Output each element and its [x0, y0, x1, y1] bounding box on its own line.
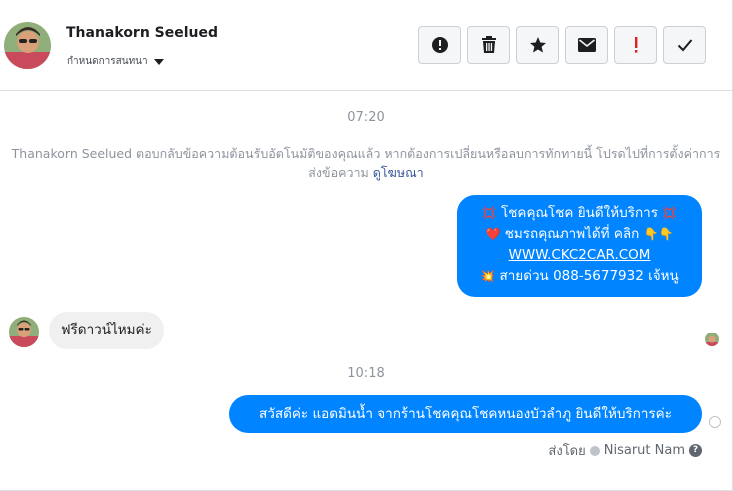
incoming-message: ฟรีดาวน์ไหมค่ะ — [49, 312, 164, 349]
auto-reply-text: Thanakorn Seelued ตอบกลับข้อความต้อนรับอ… — [11, 146, 721, 180]
timestamp: 07:20 — [347, 110, 385, 125]
sent-by-info: ส่งโดย Nisarut Nam ? — [548, 440, 702, 461]
follow-up-button[interactable] — [614, 26, 657, 64]
read-receipt-avatar — [705, 332, 719, 346]
outgoing-message: 💢 โชคคุณโชค ยินดีให้บริการ 💢 ❤️ ชมรถคุณภ… — [457, 195, 702, 297]
message-line-text: โชคคุณโชค ยินดีให้บริการ — [501, 205, 658, 221]
sender-avatar[interactable] — [9, 317, 39, 347]
star-button[interactable] — [516, 26, 559, 64]
timestamp: 10:18 — [347, 366, 385, 381]
anger-symbol-icon: 💢 — [481, 206, 497, 220]
explosion-icon: 💥 — [480, 269, 496, 283]
action-toolbar — [418, 26, 706, 64]
sender-status-icon — [589, 445, 600, 456]
mark-done-button[interactable] — [663, 26, 706, 64]
message-line: 💢 โชคคุณโชค ยินดีให้บริการ 💢 — [457, 203, 702, 224]
message-line: WWW.CKC2CAR.COM — [457, 245, 702, 266]
help-icon[interactable]: ? — [689, 444, 702, 457]
message-line: 💥 สายด่วน 088-5677932 เจ้หนู — [457, 266, 702, 287]
message-line-text: ชมรถคุณภาพได้ที่ คลิก — [504, 226, 640, 242]
outgoing-message: สวัสดีค่ะ แอดมินน้ำ จากร้านโชคคุณโชคหนอง… — [229, 395, 702, 433]
auto-reply-link[interactable]: ดูโฆษณา — [373, 165, 424, 180]
delete-button[interactable] — [467, 26, 510, 64]
check-icon — [677, 39, 692, 52]
message-link[interactable]: WWW.CKC2CAR.COM — [509, 247, 651, 263]
auto-reply-notice: Thanakorn Seelued ตอบกลับข้อความต้อนรับอ… — [0, 144, 732, 182]
conversation-settings-label: กำหนดการสนทนา — [67, 56, 148, 67]
contact-name[interactable]: Thanakorn Seelued — [66, 25, 218, 41]
anger-symbol-icon: 💢 — [662, 206, 678, 220]
mail-icon — [577, 38, 596, 52]
star-icon — [529, 37, 546, 53]
conversation-panel: Thanakorn Seelued กำหนดการสนทนา 07:20 Th… — [0, 0, 733, 491]
pointing-down-icon: 👇👇 — [643, 227, 674, 241]
heart-icon: ❤️ — [485, 227, 501, 241]
sent-status-icon — [709, 416, 721, 428]
conversation-header: Thanakorn Seelued กำหนดการสนทนา — [0, 0, 732, 91]
mark-unread-button[interactable] — [565, 26, 608, 64]
sent-by-name[interactable]: Nisarut Nam — [604, 443, 685, 458]
caret-down-icon — [153, 59, 164, 65]
message-line: ❤️ ชมรถคุณภาพได้ที่ คลิก 👇👇 — [457, 224, 702, 245]
mark-spam-button[interactable] — [418, 26, 461, 64]
sent-by-label: ส่งโดย — [548, 444, 586, 459]
alert-icon — [431, 37, 448, 53]
contact-avatar[interactable] — [4, 22, 51, 69]
conversation-settings-dropdown[interactable]: กำหนดการสนทนา — [67, 54, 164, 69]
exclamation-icon — [634, 37, 637, 53]
trash-icon — [481, 36, 496, 53]
message-line-text: สายด่วน 088-5677932 เจ้หนู — [499, 268, 679, 284]
